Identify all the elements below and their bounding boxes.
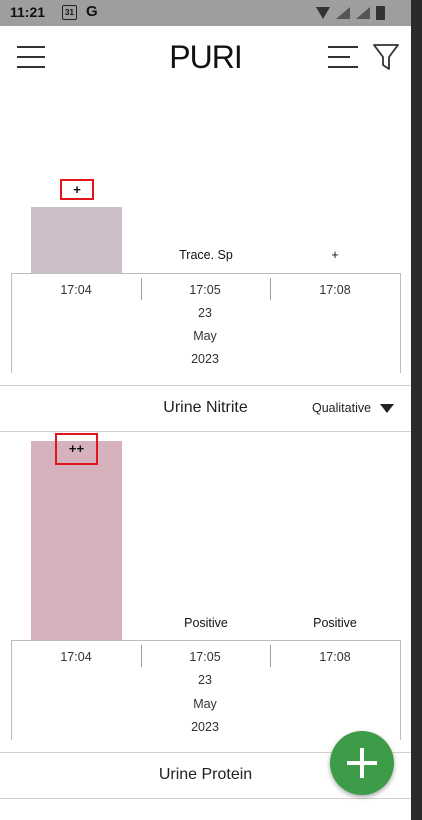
chart-bar[interactable] (31, 441, 122, 640)
background-strip (411, 0, 422, 820)
app-screen: 11:21 31 G PURI + Trace. Sp + 17:04 17:0… (0, 0, 411, 820)
bar-value-label: ++ (55, 433, 98, 465)
add-button[interactable] (330, 731, 394, 795)
date-day: 23 (198, 673, 212, 687)
axis-tick (141, 645, 142, 667)
date-year: 2023 (191, 720, 219, 734)
tick-label: 17:08 (319, 650, 351, 664)
col-label: Positive (313, 616, 357, 630)
axis-tick (270, 645, 271, 667)
date-month: May (193, 697, 217, 711)
x-axis (11, 640, 400, 641)
chart-urine-nitrite: ++ Positive Positive 17:04 17:05 17:08 2… (0, 0, 411, 760)
tick-label: 17:04 (60, 650, 92, 664)
axis-line (400, 640, 401, 740)
tick-label: 17:05 (189, 650, 221, 664)
axis-line (11, 640, 12, 740)
col-label: Positive (184, 616, 228, 630)
